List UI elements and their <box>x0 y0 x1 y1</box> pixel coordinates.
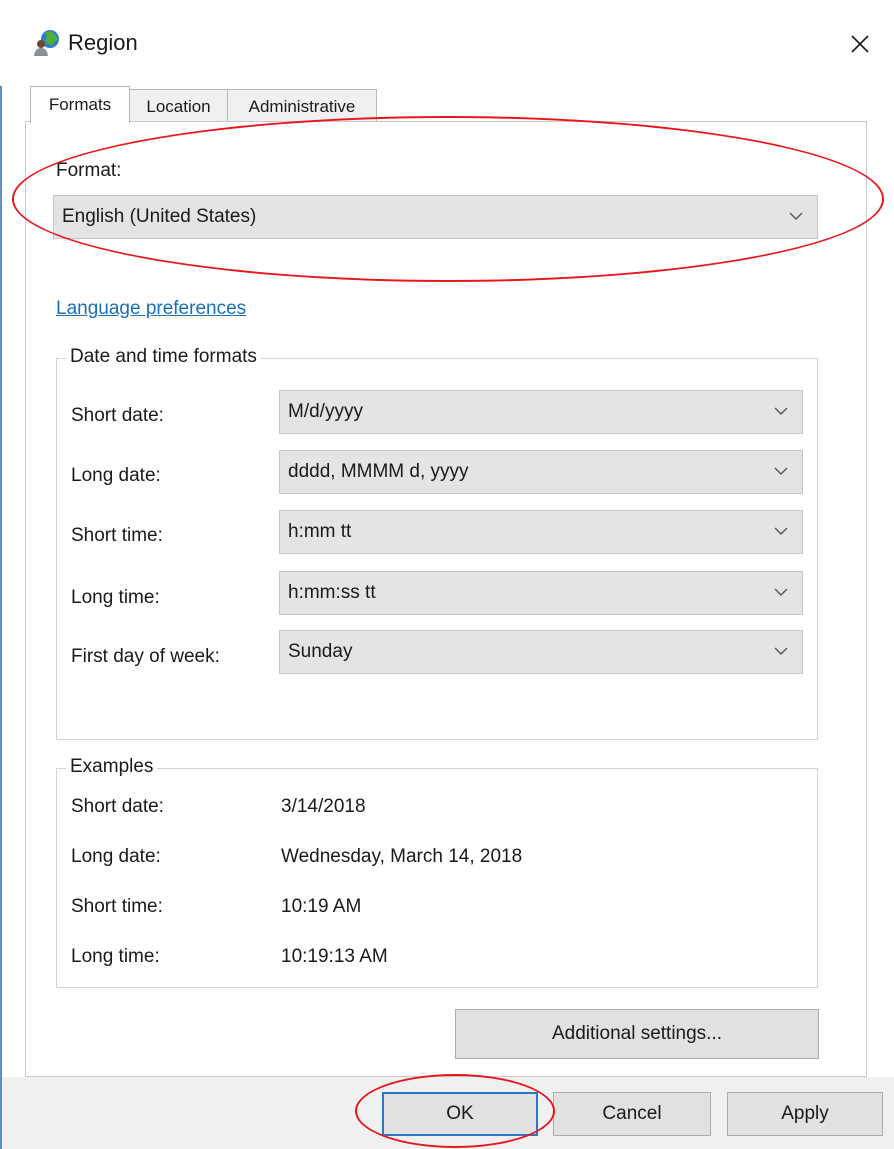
first-day-of-week-dropdown[interactable]: Sunday <box>279 630 803 674</box>
title-bar[interactable]: Region <box>0 0 894 86</box>
example-short-time-value: 10:19 AM <box>281 896 362 917</box>
apply-button[interactable]: Apply <box>727 1092 883 1136</box>
long-date-label: Long date: <box>71 465 161 486</box>
short-date-dropdown[interactable]: M/d/yyyy <box>279 390 803 434</box>
chevron-down-icon <box>774 407 788 415</box>
globe-user-icon <box>32 27 62 57</box>
window-border <box>0 0 2 1149</box>
first-day-of-week-value: Sunday <box>288 641 353 662</box>
short-time-dropdown[interactable]: h:mm tt <box>279 510 803 554</box>
window-title: Region <box>68 30 138 55</box>
long-time-label: Long time: <box>71 587 160 608</box>
long-time-dropdown[interactable]: h:mm:ss tt <box>279 571 803 615</box>
short-date-value: M/d/yyyy <box>288 401 363 422</box>
short-time-label: Short time: <box>71 525 163 546</box>
long-date-dropdown[interactable]: dddd, MMMM d, yyyy <box>279 450 803 494</box>
first-day-of-week-label: First day of week: <box>71 646 220 667</box>
cancel-button[interactable]: Cancel <box>553 1092 711 1136</box>
format-label: Format: <box>56 160 122 181</box>
short-time-value: h:mm tt <box>288 521 352 542</box>
chevron-down-icon <box>789 212 803 220</box>
close-icon <box>851 35 869 53</box>
example-long-date-value: Wednesday, March 14, 2018 <box>281 846 523 867</box>
date-time-formats-title: Date and time formats <box>66 346 261 368</box>
example-long-time-label: Long time: <box>71 946 160 967</box>
example-short-date-label: Short date: <box>71 796 164 817</box>
example-short-time-label: Short time: <box>71 896 163 917</box>
ok-button[interactable]: OK <box>382 1092 538 1136</box>
close-button[interactable] <box>838 22 882 66</box>
language-preferences-link[interactable]: Language preferences <box>56 298 246 320</box>
chevron-down-icon <box>774 647 788 655</box>
tab-formats[interactable]: Formats <box>30 86 130 123</box>
long-date-value: dddd, MMMM d, yyyy <box>288 461 469 482</box>
long-time-value: h:mm:ss tt <box>288 582 376 603</box>
additional-settings-button[interactable]: Additional settings... <box>455 1009 819 1059</box>
format-dropdown[interactable]: English (United States) <box>53 195 818 239</box>
chevron-down-icon <box>774 467 788 475</box>
chevron-down-icon <box>774 588 788 596</box>
short-date-label: Short date: <box>71 405 164 426</box>
format-value: English (United States) <box>62 206 257 227</box>
tab-location[interactable]: Location <box>129 89 228 122</box>
tab-administrative[interactable]: Administrative <box>227 89 377 122</box>
example-long-time-value: 10:19:13 AM <box>281 946 388 967</box>
chevron-down-icon <box>774 527 788 535</box>
examples-group <box>56 768 818 988</box>
examples-title: Examples <box>66 756 158 778</box>
example-short-date-value: 3/14/2018 <box>281 796 366 817</box>
example-long-date-label: Long date: <box>71 846 161 867</box>
